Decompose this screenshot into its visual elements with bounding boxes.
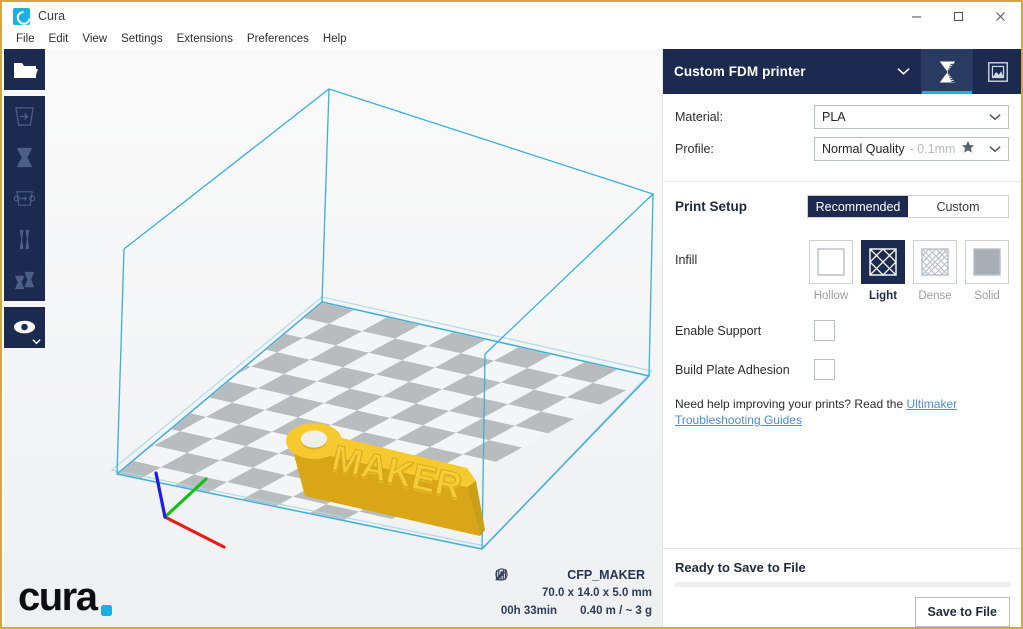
infill-icon-dense xyxy=(913,240,957,284)
menu-bar: File Edit View Settings Extensions Prefe… xyxy=(2,30,1021,49)
maximize-button[interactable] xyxy=(937,2,979,30)
profile-value: Normal Quality xyxy=(822,141,905,156)
model-dimensions: 70.0 x 14.0 x 5.0 mm xyxy=(542,587,652,599)
cura-logo-icon xyxy=(13,7,30,25)
infill-option-solid[interactable]: Solid xyxy=(965,240,1009,302)
infill-option-dense[interactable]: Dense xyxy=(913,240,957,302)
view-mode-button[interactable] xyxy=(4,307,45,348)
print-time: 00h 33min xyxy=(500,605,558,617)
profile-label: Profile: xyxy=(675,141,714,156)
scale-tool-button[interactable] xyxy=(4,137,45,178)
menu-view[interactable]: View xyxy=(75,30,114,49)
profile-layer-height: - 0.1mm xyxy=(909,141,956,156)
save-status-label: Ready to Save to File xyxy=(675,560,806,575)
infill-section: Infill Hollow Light Dense Solid xyxy=(663,218,1021,302)
cura-watermark-dot xyxy=(100,605,112,616)
build-plate-adhesion-checkbox[interactable] xyxy=(814,359,835,380)
rotate-tool-button[interactable] xyxy=(4,178,45,219)
transform-tool-group xyxy=(4,96,45,301)
material-value: PLA xyxy=(822,109,846,124)
menu-preferences[interactable]: Preferences xyxy=(240,30,316,49)
infill-label: Infill xyxy=(675,253,698,267)
window-controls xyxy=(895,2,1021,30)
mode-custom-button[interactable]: Custom xyxy=(908,196,1008,217)
chevron-down-icon xyxy=(989,142,1001,156)
model-info-overlay: CFP_MAKER 70.0 x 14.0 x 5.0 mm 00h 33min… xyxy=(495,568,652,617)
infill-options: Hollow Light Dense Solid xyxy=(809,240,1009,302)
chevron-down-icon xyxy=(32,338,41,345)
print-setup-header: Print Setup Recommended Custom xyxy=(663,182,1021,218)
infill-icon-light xyxy=(861,240,905,284)
window-title: Cura xyxy=(38,9,66,23)
material-profile-section: Material: PLA Profile: Normal Quality - … xyxy=(663,94,1021,180)
panel-footer: Ready to Save to File Save to File xyxy=(663,548,1021,627)
build-plate-adhesion-label: Build Plate Adhesion xyxy=(675,362,790,377)
cura-watermark-text: cura xyxy=(18,575,98,619)
model-stats: 00h 33min 0.40 m / ~ 3 g xyxy=(495,568,652,617)
menu-help[interactable]: Help xyxy=(316,30,354,49)
printer-bar: Custom FDM printer xyxy=(663,49,1021,94)
open-file-button[interactable] xyxy=(4,49,45,90)
material-select[interactable]: PLA xyxy=(814,104,1009,129)
axis-x xyxy=(163,515,226,549)
model-name: CFP_MAKER xyxy=(567,568,645,582)
enable-support-label: Enable Support xyxy=(675,323,762,338)
infill-caption-light: Light xyxy=(868,290,898,302)
cura-application-window: Cura File Edit View Settings Extensions … xyxy=(0,0,1023,629)
infill-option-light[interactable]: Light xyxy=(861,240,905,302)
infill-icon-hollow xyxy=(809,240,853,284)
enable-support-checkbox[interactable] xyxy=(814,320,835,341)
chevron-down-icon xyxy=(989,110,1001,124)
footer-buttons: Save to File xyxy=(663,587,1021,627)
star-icon[interactable] xyxy=(961,140,975,157)
printer-selector[interactable]: Custom FDM printer xyxy=(663,49,885,94)
right-sidebar: Custom FDM printer Material: PLA Profile… xyxy=(662,49,1021,627)
printer-name-label: Custom FDM printer xyxy=(674,64,806,79)
help-prefix: Need help improving your prints? Read th… xyxy=(675,397,907,411)
mirror-tool-button[interactable] xyxy=(4,219,45,260)
material-row: Material: PLA xyxy=(675,104,1009,129)
infill-option-hollow[interactable]: Hollow xyxy=(809,240,853,302)
menu-file[interactable]: File xyxy=(9,30,42,49)
model-name-row: CFP_MAKER xyxy=(495,568,652,582)
file-tool-group xyxy=(4,49,45,90)
view-tool-group xyxy=(4,307,45,348)
profile-row: Profile: Normal Quality - 0.1mm xyxy=(675,136,1009,161)
prepare-tab[interactable] xyxy=(921,49,972,94)
build-plate-adhesion-row: Build Plate Adhesion xyxy=(663,359,1021,380)
minimize-button[interactable] xyxy=(895,2,937,30)
infill-caption-dense: Dense xyxy=(918,290,952,302)
printer-chevron-down-icon[interactable] xyxy=(885,49,921,94)
cura-watermark: cura xyxy=(18,575,112,620)
help-text: Need help improving your prints? Read th… xyxy=(663,380,1021,428)
infill-icon-solid xyxy=(965,240,1009,284)
3d-viewport[interactable]: MAKER MAKER CFP_MAKER 70.0 x 14.0 x 5.0 … xyxy=(4,49,662,627)
title-bar: Cura xyxy=(2,2,1021,30)
per-model-settings-button[interactable] xyxy=(4,260,45,301)
print-setup-mode-toggle: Recommended Custom xyxy=(807,195,1009,218)
menu-edit[interactable]: Edit xyxy=(42,30,76,49)
profile-select[interactable]: Normal Quality - 0.1mm xyxy=(814,136,1009,161)
save-to-file-button[interactable]: Save to File xyxy=(914,597,1010,627)
infill-caption-solid: Solid xyxy=(974,290,1000,302)
menu-extensions[interactable]: Extensions xyxy=(170,30,240,49)
left-toolbar xyxy=(4,49,45,348)
enable-support-row: Enable Support xyxy=(663,320,1021,341)
mode-recommended-button[interactable]: Recommended xyxy=(808,196,908,217)
material-usage: 0.40 m / ~ 3 g xyxy=(580,605,652,617)
move-tool-button[interactable] xyxy=(4,96,45,137)
material-label: Material: xyxy=(675,109,723,124)
monitor-tab[interactable] xyxy=(972,49,1021,94)
close-button[interactable] xyxy=(979,2,1021,30)
menu-settings[interactable]: Settings xyxy=(114,30,170,49)
print-setup-title: Print Setup xyxy=(675,199,748,214)
infill-caption-hollow: Hollow xyxy=(813,290,849,302)
